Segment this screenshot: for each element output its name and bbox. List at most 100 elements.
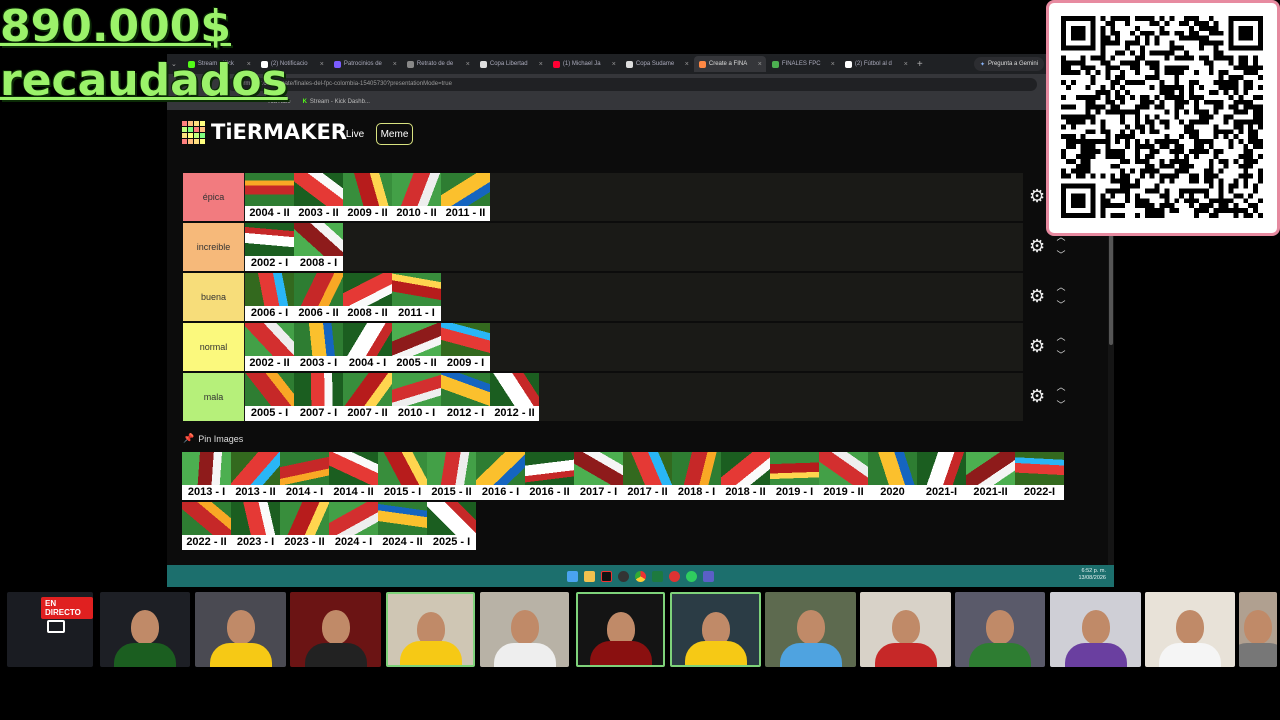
chrome-icon[interactable] [635, 570, 646, 582]
team-card[interactable]: 2019 - I [770, 452, 819, 500]
pin-images-toggle[interactable]: 📌 Pin Images [183, 433, 243, 444]
browser-tab[interactable]: Retrato de de × [402, 56, 474, 72]
tier-label[interactable]: buena [183, 273, 244, 321]
team-card[interactable]: 2008 - I [294, 223, 343, 271]
meme-button[interactable]: Meme [376, 123, 413, 145]
chevron-down-icon[interactable]: ﹀ [1055, 250, 1067, 260]
tiktok-icon[interactable] [601, 570, 612, 582]
team-card[interactable]: 2022-I [1015, 452, 1064, 500]
tab-close-icon[interactable]: × [904, 61, 908, 68]
team-card[interactable]: 2020 [868, 452, 917, 500]
team-card[interactable]: 2004 - I [343, 323, 392, 371]
card-label: 2008 - I [294, 256, 343, 271]
gear-icon[interactable]: ⚙ [1029, 237, 1047, 255]
tier-label[interactable]: épica [183, 173, 244, 221]
chevron-up-icon[interactable]: ︿ [1055, 382, 1067, 392]
gear-icon[interactable]: ⚙ [1029, 287, 1047, 305]
team-card[interactable]: 2024 - I [329, 502, 378, 550]
team-card[interactable]: 2011 - I [392, 273, 441, 321]
browser-tab[interactable]: Create a FINA × [693, 56, 766, 72]
team-card[interactable]: 2022 - II [182, 502, 231, 550]
tab-close-icon[interactable]: × [685, 61, 689, 68]
team-card[interactable]: 2021-II [966, 452, 1015, 500]
new-tab-button[interactable]: + [917, 59, 923, 70]
browser-tab[interactable]: Copa Sudame × [621, 56, 693, 72]
team-card[interactable]: 2012 - I [441, 373, 490, 421]
browser-tab[interactable]: (1) Michael Ja × [548, 56, 620, 72]
gemini-button[interactable]: ✦ Pregunta a Gemini [973, 57, 1044, 71]
tier-label[interactable]: increible [183, 223, 244, 271]
scrollbar-thumb[interactable] [1109, 235, 1113, 345]
tab-close-icon[interactable]: × [612, 61, 616, 68]
tiermaker-logo[interactable]: TiERMAKER [182, 120, 347, 144]
team-card[interactable]: 2008 - II [343, 273, 392, 321]
gear-icon[interactable]: ⚙ [1029, 337, 1047, 355]
tab-close-icon[interactable]: × [320, 61, 324, 68]
url-input[interactable]: tiermaker.com/create/finales-del-fpc-col… [227, 77, 1037, 91]
windows-start-icon[interactable] [567, 570, 578, 582]
team-card[interactable]: 2010 - II [392, 173, 441, 221]
chevron-down-icon[interactable]: ﹀ [1055, 350, 1067, 360]
team-card[interactable]: 2003 - II [294, 173, 343, 221]
team-card[interactable]: 2014 - I [280, 452, 329, 500]
whatsapp-icon[interactable] [686, 570, 697, 582]
team-card[interactable]: 2005 - II [392, 323, 441, 371]
tab-close-icon[interactable]: × [831, 61, 835, 68]
team-card[interactable]: 2013 - II [231, 452, 280, 500]
team-card[interactable]: 2006 - II [294, 273, 343, 321]
tier-label[interactable]: mala [183, 373, 244, 421]
chevron-up-icon[interactable]: ︿ [1055, 282, 1067, 292]
team-card[interactable]: 2012 - II [490, 373, 539, 421]
live-button[interactable]: Live [343, 123, 367, 145]
team-card[interactable]: 2002 - I [245, 223, 294, 271]
team-card[interactable]: 2019 - II [819, 452, 868, 500]
team-card[interactable]: 2009 - I [441, 323, 490, 371]
file-explorer-icon[interactable] [584, 570, 595, 582]
chevron-down-icon[interactable]: ﹀ [1055, 400, 1067, 410]
team-card[interactable]: 2023 - II [280, 502, 329, 550]
obs-icon[interactable] [618, 570, 629, 582]
tier-label[interactable]: normal [183, 323, 244, 371]
team-card[interactable]: 2018 - II [721, 452, 770, 500]
team-card[interactable]: 2009 - II [343, 173, 392, 221]
team-card[interactable]: 2024 - II [378, 502, 427, 550]
chevron-down-icon[interactable]: ﹀ [1055, 300, 1067, 310]
team-card[interactable]: 2003 - I [294, 323, 343, 371]
team-card[interactable]: 2016 - I [476, 452, 525, 500]
gear-icon[interactable]: ⚙ [1029, 387, 1047, 405]
team-card[interactable]: 2007 - II [343, 373, 392, 421]
team-card[interactable]: 2007 - I [294, 373, 343, 421]
browser-tab[interactable]: Patrocinios de × [329, 56, 401, 72]
team-card[interactable]: 2015 - I [378, 452, 427, 500]
browser-tab[interactable]: FINALES FPC × [767, 56, 839, 72]
team-card[interactable]: 2017 - I [574, 452, 623, 500]
gear-icon[interactable]: ⚙ [1029, 187, 1047, 205]
team-card[interactable]: 2011 - II [441, 173, 490, 221]
team-card[interactable]: 2016 - II [525, 452, 574, 500]
team-card[interactable]: 2013 - I [182, 452, 231, 500]
team-card[interactable]: 2014 - II [329, 452, 378, 500]
tab-close-icon[interactable]: × [539, 61, 543, 68]
browser-tab[interactable]: (2) Fútbol al d × [840, 56, 912, 72]
team-card[interactable]: 2004 - II [245, 173, 294, 221]
team-card[interactable]: 2006 - I [245, 273, 294, 321]
team-card[interactable]: 2023 - I [231, 502, 280, 550]
red-app-icon[interactable] [669, 570, 680, 582]
team-card[interactable]: 2021-I [917, 452, 966, 500]
tab-close-icon[interactable]: × [466, 61, 470, 68]
team-card[interactable]: 2025 - I [427, 502, 476, 550]
team-card[interactable]: 2002 - II [245, 323, 294, 371]
excel-icon[interactable] [652, 570, 663, 582]
team-card[interactable]: 2010 - I [392, 373, 441, 421]
teams-icon[interactable] [703, 570, 714, 582]
team-card[interactable]: 2005 - I [245, 373, 294, 421]
tab-close-icon[interactable]: × [393, 61, 397, 68]
team-card[interactable]: 2015 - II [427, 452, 476, 500]
team-card[interactable]: 2018 - I [672, 452, 721, 500]
taskbar-clock[interactable]: 6:52 p. m. 13/08/2026 [1078, 568, 1106, 582]
chevron-up-icon[interactable]: ︿ [1055, 332, 1067, 342]
bookmark-kick-dashboard[interactable]: K Stream - Kick Dashb... [303, 99, 370, 105]
tab-close-icon[interactable]: × [758, 61, 762, 68]
team-card[interactable]: 2017 - II [623, 452, 672, 500]
browser-tab[interactable]: Copa Libertad × [475, 56, 547, 72]
